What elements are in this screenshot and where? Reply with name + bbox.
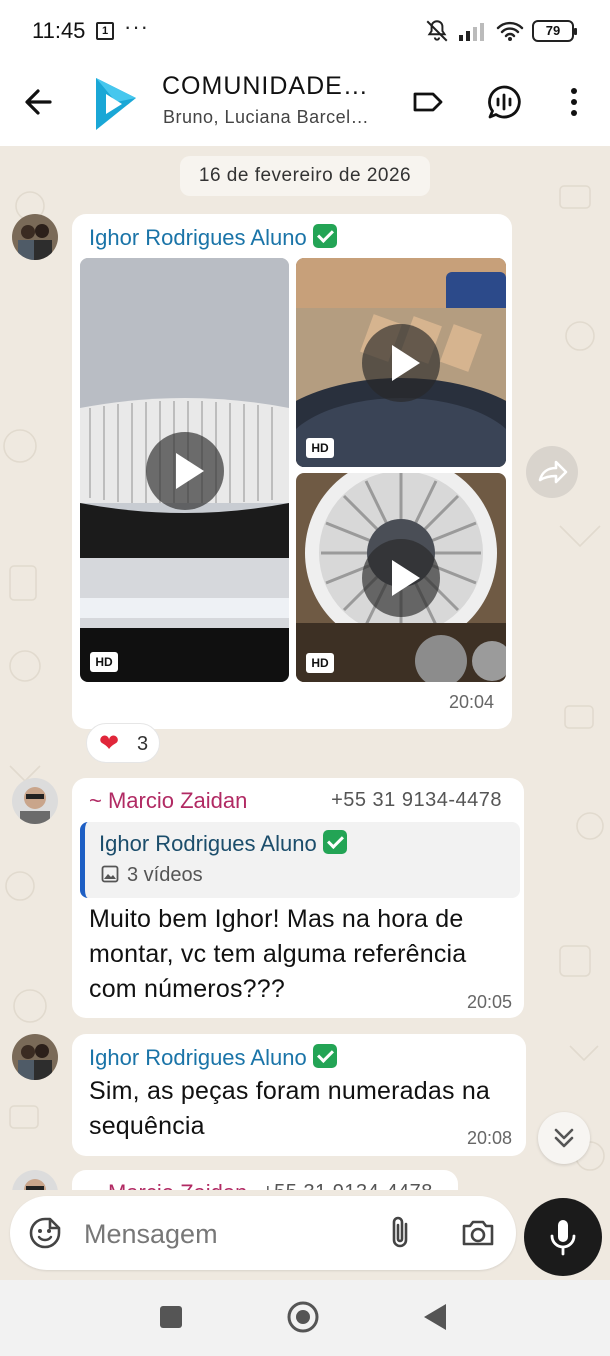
reaction-badge[interactable]: ❤ 3	[86, 723, 160, 763]
text-line: com números???	[89, 975, 285, 1003]
text-line: Muito bem Ighor! Mas na hora de	[89, 905, 464, 933]
quoted-sender: Ighor Rodrigues Aluno	[99, 830, 347, 857]
notification-icon: 1	[96, 22, 114, 40]
double-chevron-down-icon	[554, 1128, 574, 1148]
recents-icon[interactable]	[158, 1304, 184, 1330]
date-separator: 16 de fevereiro de 2026	[180, 156, 430, 196]
chat-header: COMUNIDADE… Bruno, Luciana Barcel…	[0, 62, 610, 146]
status-time: 11:45	[32, 18, 86, 43]
status-bar: 11:45 1 ··· 79	[0, 0, 610, 62]
scroll-down-button[interactable]	[538, 1112, 590, 1164]
quoted-content: 3 vídeos	[101, 864, 203, 887]
quoted-message[interactable]: Ighor Rodrigues Aluno 3 vídeos	[80, 822, 520, 898]
message-time: 20:08	[466, 1128, 512, 1148]
microphone-icon	[550, 1220, 576, 1256]
message-bubble[interactable]: Ighor Rodrigues Aluno Sim, as peças fora…	[72, 1034, 526, 1156]
play-icon[interactable]	[362, 324, 440, 402]
text-line: montar, vc tem alguma referência	[89, 940, 467, 968]
forward-button[interactable]	[526, 446, 578, 498]
back-arrow-icon[interactable]	[20, 82, 60, 122]
video-thumbnail[interactable]: HD	[80, 258, 289, 682]
chat-area[interactable]: 16 de fevereiro de 2026 Ighor Rodrigues …	[0, 146, 610, 1190]
camera-icon[interactable]	[460, 1216, 496, 1250]
video-thumbnail[interactable]: HD	[296, 258, 506, 467]
group-members[interactable]: Bruno, Luciana Barcel…	[163, 107, 369, 128]
signal-icon	[459, 23, 484, 41]
sender-phone: +55 31 9134-4478	[331, 789, 502, 811]
avatar[interactable]	[12, 214, 58, 260]
hd-badge: HD	[306, 438, 334, 458]
label-icon[interactable]	[410, 84, 446, 120]
text-line: sequência	[89, 1112, 205, 1140]
sender-phone: +55 31 9134-4478	[262, 1181, 433, 1190]
play-icon[interactable]	[146, 432, 224, 510]
back-nav-icon[interactable]	[422, 1302, 448, 1332]
verified-icon	[312, 1044, 337, 1068]
message-text: Muito bem Ighor! Mas na hora de montar, …	[89, 902, 466, 1007]
video-thumbnail[interactable]: HD	[296, 473, 506, 682]
wifi-icon	[496, 21, 524, 41]
message-time: 20:04	[448, 692, 494, 712]
image-icon	[101, 865, 119, 883]
sender-name[interactable]: Ighor Rodrigues Aluno	[89, 1044, 337, 1071]
message-bubble[interactable]: ~ Marcio Zaidan +55 31 9134-4478	[72, 1170, 458, 1190]
text-line: Sim, as peças foram numeradas na	[89, 1077, 491, 1105]
bell-off-icon	[426, 20, 448, 42]
home-icon[interactable]	[286, 1300, 320, 1334]
sender-name[interactable]: ~ Marcio Zaidan	[89, 1180, 247, 1190]
composer-bar	[0, 1190, 610, 1280]
group-avatar[interactable]	[92, 74, 140, 134]
message-composer[interactable]	[10, 1196, 516, 1270]
reaction-count: 3	[137, 733, 149, 755]
forward-icon	[538, 460, 568, 484]
message-bubble[interactable]: ~ Marcio Zaidan +55 31 9134-4478 Muito b…	[72, 778, 524, 1018]
voice-record-button[interactable]	[524, 1198, 602, 1276]
hd-badge: HD	[306, 653, 334, 673]
battery-indicator: 79	[532, 20, 577, 42]
more-notifications-icon: ···	[124, 14, 149, 39]
voice-chat-icon[interactable]	[486, 84, 522, 120]
message-input[interactable]	[84, 1214, 374, 1254]
hd-badge: HD	[90, 652, 118, 672]
sender-name[interactable]: Ighor Rodrigues Aluno	[89, 224, 337, 251]
sender-name[interactable]: ~ Marcio Zaidan	[89, 788, 247, 814]
verified-icon	[322, 830, 347, 854]
verified-icon	[312, 224, 337, 248]
system-nav-bar	[0, 1280, 610, 1356]
avatar[interactable]	[12, 778, 58, 824]
message-text: Sim, as peças foram numeradas na sequênc…	[89, 1074, 490, 1144]
heart-icon: ❤	[99, 730, 120, 757]
avatar[interactable]	[12, 1034, 58, 1080]
attach-icon[interactable]	[386, 1214, 416, 1252]
more-options-icon[interactable]	[556, 84, 592, 120]
message-time: 20:05	[466, 992, 512, 1012]
message-bubble[interactable]: Ighor Rodrigues Aluno HD HD HD 20:04	[72, 214, 512, 729]
group-title[interactable]: COMUNIDADE…	[162, 72, 369, 101]
sticker-icon[interactable]	[28, 1216, 62, 1250]
play-icon[interactable]	[362, 539, 440, 617]
